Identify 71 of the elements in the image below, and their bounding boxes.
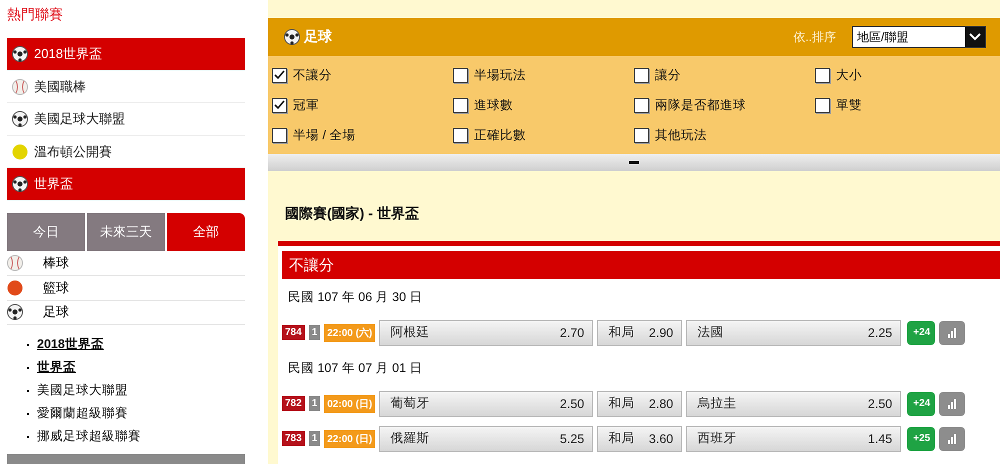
league-link[interactable]: 美國足球大聯盟 [37, 382, 128, 400]
stats-button[interactable] [939, 320, 966, 344]
market-checkbox[interactable]: 其他玩法 [634, 120, 815, 150]
baseball-icon [12, 78, 28, 95]
stats-button[interactable] [939, 426, 966, 450]
league-link[interactable]: 愛爾蘭超級聯賽 [37, 405, 128, 422]
basketball-icon [7, 280, 23, 296]
market-checkbox[interactable]: 進球數 [453, 90, 634, 120]
sidebar-title: 熱門聯賽 [7, 6, 64, 24]
away-odds-button[interactable]: 法國 2.25 [686, 320, 902, 346]
league-label: 美國足球大聯盟 [34, 110, 125, 128]
soccer-ball-icon [12, 111, 28, 128]
league-label: 溫布頓公開賽 [34, 142, 112, 161]
draw-odds-button[interactable]: 和局 2.80 [597, 390, 682, 416]
soccer-ball-icon [7, 304, 23, 320]
home-odds-button[interactable]: 葡萄牙 2.50 [379, 390, 594, 416]
day-tab[interactable]: 未來三天 [87, 212, 165, 252]
home-odds-button[interactable]: 阿根廷 2.70 [379, 320, 594, 346]
match-code: 784 [282, 325, 305, 340]
league-label: 2018世界盃 [34, 45, 102, 64]
period-badge: 1 [308, 431, 320, 446]
soccer-ball-icon [12, 176, 28, 192]
away-odds-button[interactable]: 烏拉圭 2.50 [686, 390, 902, 416]
kickoff-time: 22:00 (日) [324, 430, 376, 448]
caret-icon [969, 33, 981, 41]
league-link[interactable]: 2018世界盃 [37, 336, 104, 354]
sort-label: 依..排序 [793, 28, 836, 46]
home-odds-button[interactable]: 俄羅斯 5.25 [379, 426, 594, 452]
market-checkbox[interactable]: 冠軍 [272, 90, 453, 120]
league-link[interactable]: 挪威足球超級聯賽 [37, 428, 141, 446]
sort-dropdown[interactable]: 地區/聯盟 [852, 26, 986, 48]
checkmark-icon [274, 70, 285, 80]
baseball-icon [7, 255, 23, 272]
section-title: 國際賽(國家) - 世界盃 [285, 205, 420, 223]
panel-title: 足球 [304, 28, 332, 46]
minus-icon [629, 161, 639, 164]
kickoff-time: 22:00 (六) [324, 324, 376, 342]
league-item[interactable]: 世界盃 [7, 168, 245, 201]
draw-odds-button[interactable]: 和局 2.90 [597, 320, 682, 346]
away-odds-button[interactable]: 西班牙 1.45 [686, 426, 902, 452]
tennis-ball-icon [12, 144, 28, 160]
period-badge: 1 [308, 396, 320, 411]
checkmark-icon [274, 100, 285, 110]
match-date: 民國 107 年 07 月 01 日 [288, 360, 423, 376]
period-badge: 1 [308, 325, 320, 340]
market-checkbox[interactable]: 兩隊是否都進球 [634, 90, 815, 120]
match-code: 783 [282, 431, 305, 446]
match-code: 782 [282, 396, 305, 411]
league-label: 世界盃 [34, 175, 73, 194]
sport-item[interactable]: 籃球 [43, 278, 69, 297]
league-link[interactable]: 世界盃 [37, 359, 76, 376]
soccer-ball-icon [12, 46, 28, 62]
market-checkbox[interactable]: 正確比數 [453, 120, 634, 150]
market-checkbox[interactable]: 不讓分 [272, 60, 453, 90]
kickoff-time: 02:00 (日) [324, 394, 376, 412]
day-tab[interactable]: 全部 [167, 212, 245, 252]
market-checkbox[interactable]: 讓分 [634, 60, 815, 90]
league-label: 美國職棒 [34, 78, 86, 96]
market-checkbox[interactable]: 半場玩法 [453, 60, 634, 90]
market-checkbox[interactable]: 大小 [815, 60, 996, 90]
stats-button[interactable] [939, 392, 966, 416]
market-checkbox[interactable]: 半場 / 全場 [272, 120, 453, 150]
match-date: 民國 107 年 06 月 30 日 [288, 288, 423, 306]
soccer-ball-icon [284, 29, 300, 45]
market-checkbox[interactable]: 單雙 [815, 90, 996, 120]
market-header: 不讓分 [282, 251, 1000, 279]
sport-item[interactable]: 足球 [43, 303, 69, 322]
day-tab[interactable]: 今日 [7, 212, 85, 252]
sport-item[interactable]: 棒球 [43, 254, 69, 272]
draw-odds-button[interactable]: 和局 3.60 [597, 426, 682, 452]
league-item[interactable]: 2018世界盃 [7, 38, 245, 71]
